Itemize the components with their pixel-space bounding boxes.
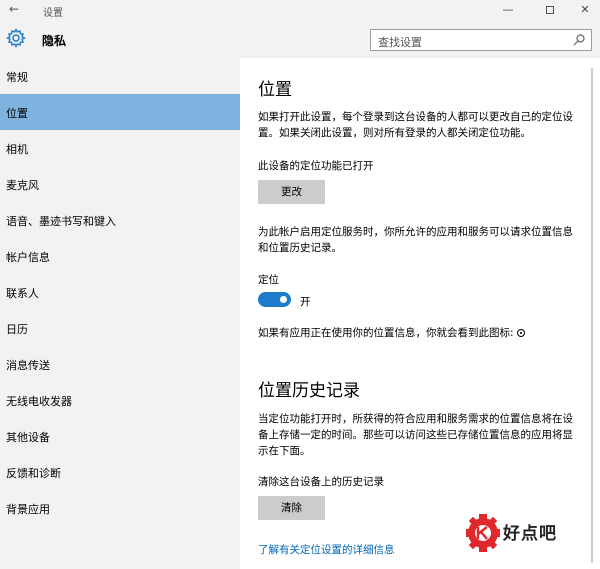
location-history-description: 当定位功能打开时，所获得的符合应用和服务需求的位置信息将在设备上存储一定的时间。…: [258, 413, 573, 457]
device-location-status: 此设备的定位功能已打开: [258, 160, 374, 172]
search-icon[interactable]: [572, 33, 586, 47]
search-placeholder: 查找设置: [378, 36, 422, 49]
sidebar-item-label: 日历: [6, 323, 28, 336]
sidebar-item-label: 语音、墨迹书写和键入: [6, 215, 116, 228]
sidebar-item-label: 麦克风: [6, 179, 39, 192]
minimize-button[interactable]: —: [488, 0, 528, 20]
toggle-state-label: 开: [300, 296, 311, 308]
sidebar-item-label: 相机: [6, 143, 28, 156]
sidebar-item-label: 帐户信息: [6, 251, 50, 264]
location-icon-note-text: 如果有应用正在使用你的位置信息，你就会看到此图标:: [258, 327, 514, 339]
change-button[interactable]: 更改: [258, 180, 325, 204]
location-icon-note: 如果有应用正在使用你的位置信息，你就会看到此图标:: [258, 325, 578, 341]
sidebar-item-label: 无线电收发器: [6, 395, 72, 408]
window-title: 设置: [43, 8, 63, 19]
location-in-use-icon: [516, 329, 525, 337]
scrollbar[interactable]: [585, 58, 600, 569]
location-toggle[interactable]: [258, 292, 291, 307]
sidebar-item-label: 反馈和诊断: [6, 467, 61, 480]
location-toggle-label: 定位: [258, 274, 279, 286]
sidebar-item-messaging[interactable]: 消息传送: [0, 346, 240, 382]
maximize-icon: [546, 6, 554, 14]
scrollbar-track: [591, 68, 593, 563]
sidebar-item-label: 背景应用: [6, 503, 50, 516]
sidebar-item-account-info[interactable]: 帐户信息: [0, 238, 240, 274]
sidebar-item-label: 常规: [6, 71, 28, 84]
watermark-logo: 好点吧: [465, 505, 600, 565]
learn-more-link[interactable]: 了解有关定位设置的详细信息: [258, 542, 395, 557]
sidebar-item-radios[interactable]: 无线电收发器: [0, 382, 240, 418]
sidebar-item-calendar[interactable]: 日历: [0, 310, 240, 346]
sidebar-item-label: 联系人: [6, 287, 39, 300]
location-service-description: 为此帐户启用定位服务时，你所允许的应用和服务可以请求位置信息和位置历史记录。: [258, 226, 573, 254]
sidebar-item-speech-inking-typing[interactable]: 语音、墨迹书写和键入: [0, 202, 240, 238]
sidebar-item-general[interactable]: 常规: [0, 58, 240, 94]
sidebar-item-other-devices[interactable]: 其他设备: [0, 418, 240, 454]
maximize-button[interactable]: [530, 0, 570, 20]
sidebar-item-label: 消息传送: [6, 359, 50, 372]
section-title-location: 位置: [258, 80, 292, 100]
clear-history-label: 清除这台设备上的历史记录: [258, 476, 384, 488]
watermark-gear-icon: [466, 514, 500, 552]
sidebar-item-label: 位置: [6, 107, 28, 120]
title-bar: ← 设置 — ✕: [0, 0, 600, 20]
sidebar-item-microphone[interactable]: 麦克风: [0, 166, 240, 202]
sidebar-item-background-apps[interactable]: 背景应用: [0, 490, 240, 526]
main-content: 位置 如果打开此设置，每个登录到这台设备的人都可以更改自己的定位设置。如果关闭此…: [240, 58, 585, 569]
search-input[interactable]: 查找设置: [370, 29, 592, 51]
sidebar: 常规 位置 相机 麦克风 语音、墨迹书写和键入 帐户信息 联系人 日历 消息传送…: [0, 58, 240, 569]
toggle-knob: [280, 296, 287, 303]
section-title-location-history: 位置历史记录: [258, 381, 360, 401]
page-title: 隐私: [42, 34, 67, 48]
sidebar-item-feedback-diagnostics[interactable]: 反馈和诊断: [0, 454, 240, 490]
back-button[interactable]: ←: [9, 2, 19, 16]
sidebar-item-contacts[interactable]: 联系人: [0, 274, 240, 310]
sidebar-item-label: 其他设备: [6, 431, 50, 444]
location-intro-text: 如果打开此设置，每个登录到这台设备的人都可以更改自己的定位设置。如果关闭此设置，…: [258, 111, 573, 139]
close-button[interactable]: ✕: [565, 0, 600, 20]
clear-button[interactable]: 清除: [258, 496, 325, 520]
watermark-text: 好点吧: [503, 524, 557, 544]
gear-icon: [6, 28, 26, 48]
sidebar-item-camera[interactable]: 相机: [0, 130, 240, 166]
sidebar-item-location[interactable]: 位置: [0, 94, 240, 130]
